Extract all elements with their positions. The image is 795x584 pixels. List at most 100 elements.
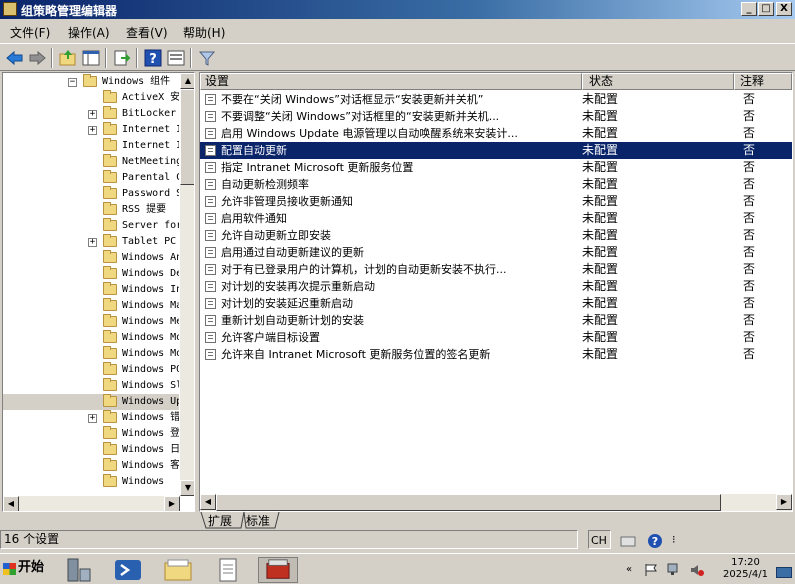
filter-icon[interactable] xyxy=(197,48,217,68)
ime-options-icon[interactable]: ⁝ xyxy=(672,533,676,546)
menu-view[interactable]: 查看(V) xyxy=(126,24,168,41)
collapse-icon[interactable]: − xyxy=(68,78,77,87)
settings-row[interactable]: 对计划的安装延迟重新启动 未配置 否 xyxy=(200,295,792,312)
keyboard-icon[interactable] xyxy=(620,533,636,549)
scroll-right-arrow-icon[interactable]: ▶ xyxy=(164,496,180,511)
tree-item[interactable]: Parental C xyxy=(3,170,179,186)
settings-row[interactable]: 自动更新检测频率 未配置 否 xyxy=(200,176,792,193)
tree-item[interactable]: Windows In xyxy=(3,282,179,298)
tree-item[interactable]: Windows An xyxy=(3,250,179,266)
tree-item[interactable]: Windows Me xyxy=(3,314,179,330)
settings-row[interactable]: 允许自动更新立即安装 未配置 否 xyxy=(200,227,792,244)
settings-row[interactable]: 允许来自 Intranet Microsoft 更新服务位置的签名更新 未配置 否 xyxy=(200,346,792,363)
tree-item[interactable]: Server for xyxy=(3,218,179,234)
maximize-button[interactable]: □ xyxy=(758,2,774,16)
scroll-thumb[interactable] xyxy=(180,89,194,185)
server-manager-icon[interactable] xyxy=(62,557,94,583)
group-policy-editor-taskbar-icon[interactable] xyxy=(258,557,298,583)
tree-item[interactable]: Windows De xyxy=(3,266,179,282)
tree-item[interactable]: + Tablet PC xyxy=(3,234,179,250)
scroll-thumb[interactable] xyxy=(216,494,721,511)
tree-item[interactable]: Windows 客 xyxy=(3,458,179,474)
scroll-left-arrow-icon[interactable]: ◀ xyxy=(200,494,216,510)
tree-item[interactable]: Internet I xyxy=(3,138,179,154)
expand-icon[interactable]: + xyxy=(88,126,97,135)
back-arrow-icon[interactable] xyxy=(5,48,25,68)
flag-icon[interactable] xyxy=(644,563,658,577)
tree-item-label: Windows Ma xyxy=(122,300,179,311)
taskbar-clock[interactable]: 17:20 2025/4/1 xyxy=(718,557,773,581)
settings-row[interactable]: 启用软件通知 未配置 否 xyxy=(200,210,792,227)
settings-row[interactable]: 允许非管理员接收更新通知 未配置 否 xyxy=(200,193,792,210)
tree-item[interactable]: Windows Ma xyxy=(3,298,179,314)
settings-row[interactable]: 启用 Windows Update 电源管理以自动唤醒系统来安装计... 未配置 否 xyxy=(200,125,792,142)
scroll-left-arrow-icon[interactable]: ◀ xyxy=(3,496,19,511)
tree-item[interactable]: RSS 提要 xyxy=(3,202,179,218)
setting-status: 未配置 xyxy=(582,262,619,276)
tab-standard[interactable]: 标准 xyxy=(246,512,270,529)
tree-item-label: Windows 组件 xyxy=(102,76,171,87)
forward-arrow-icon[interactable] xyxy=(27,48,47,68)
tree-item[interactable]: + Windows 错 xyxy=(3,410,179,426)
tree-item[interactable]: Windows 日 xyxy=(3,442,179,458)
tree-item[interactable]: ActiveX 安 xyxy=(3,90,179,106)
tree-item[interactable]: Windows Up xyxy=(3,394,179,410)
scroll-right-arrow-icon[interactable]: ▶ xyxy=(776,494,792,510)
help-icon[interactable]: ? xyxy=(143,48,163,68)
tree-item[interactable]: Windows xyxy=(3,474,179,490)
settings-row[interactable]: 配置自动更新 未配置 否 xyxy=(200,142,792,159)
list-horizontal-scrollbar[interactable]: ◀ ▶ xyxy=(200,494,792,511)
tree-item[interactable]: Windows Sl xyxy=(3,378,179,394)
minimize-button[interactable]: _ xyxy=(741,2,757,16)
tree-item[interactable]: NetMeeting xyxy=(3,154,179,170)
column-header-status[interactable]: 状态 xyxy=(582,73,734,90)
powershell-icon[interactable] xyxy=(112,557,144,583)
scroll-down-arrow-icon[interactable]: ▼ xyxy=(180,480,194,496)
notepad-icon[interactable] xyxy=(212,557,244,583)
show-desktop-icon[interactable] xyxy=(776,567,792,578)
tab-extended[interactable]: 扩展 xyxy=(208,512,232,529)
column-header-note[interactable]: 注释 xyxy=(734,73,792,90)
volume-muted-icon[interactable] xyxy=(690,563,704,577)
network-icon[interactable] xyxy=(667,563,681,577)
settings-list-pane[interactable]: 设置 状态 注释 不要在“关闭 Windows”对话框显示“安装更新并关机” 未配… xyxy=(199,72,793,512)
settings-row[interactable]: 允许客户端目标设置 未配置 否 xyxy=(200,329,792,346)
menu-action[interactable]: 操作(A) xyxy=(68,24,110,41)
expand-icon[interactable]: + xyxy=(88,110,97,119)
menu-help[interactable]: 帮助(H) xyxy=(183,24,225,41)
settings-row[interactable]: 不要在“关闭 Windows”对话框显示“安装更新并关机” 未配置 否 xyxy=(200,91,792,108)
tree-vertical-scrollbar[interactable]: ▲ ▼ xyxy=(180,73,194,496)
tree-item[interactable]: Password S xyxy=(3,186,179,202)
tree-pane[interactable]: − Windows 组件 ActiveX 安 + BitLocker + Interne… xyxy=(2,72,195,512)
tree-item[interactable]: Windows Mo xyxy=(3,346,179,362)
tree-item[interactable]: Windows 登 xyxy=(3,426,179,442)
toolbar-separator xyxy=(190,48,192,68)
up-folder-icon[interactable] xyxy=(58,48,78,68)
start-button[interactable]: 开始 xyxy=(0,556,55,582)
tree-item[interactable]: Windows Mo xyxy=(3,330,179,346)
close-button[interactable]: X xyxy=(776,2,792,16)
settings-row[interactable]: 对计划的安装再次提示重新启动 未配置 否 xyxy=(200,278,792,295)
settings-row[interactable]: 启用通过自动更新建议的更新 未配置 否 xyxy=(200,244,792,261)
tree-item[interactable]: + Internet I xyxy=(3,122,179,138)
explorer-folder-icon[interactable] xyxy=(162,557,194,583)
properties-icon[interactable] xyxy=(166,48,186,68)
tree-item[interactable]: Windows PO xyxy=(3,362,179,378)
ime-indicator[interactable]: CH xyxy=(588,532,607,549)
tree-horizontal-scrollbar[interactable]: ◀ ▶ xyxy=(3,496,180,511)
show-hide-tree-icon[interactable] xyxy=(81,48,101,68)
column-header-setting[interactable]: 设置 xyxy=(200,73,582,90)
settings-row[interactable]: 对于有已登录用户的计算机，计划的自动更新安装不执行... 未配置 否 xyxy=(200,261,792,278)
settings-row[interactable]: 指定 Intranet Microsoft 更新服务位置 未配置 否 xyxy=(200,159,792,176)
scroll-up-arrow-icon[interactable]: ▲ xyxy=(180,73,194,89)
settings-row[interactable]: 不要调整“关闭 Windows”对话框里的“安装更新并关机... 未配置 否 xyxy=(200,108,792,125)
expand-icon[interactable]: + xyxy=(88,238,97,247)
settings-row[interactable]: 重新计划自动更新计划的安装 未配置 否 xyxy=(200,312,792,329)
tree-item[interactable]: + BitLocker xyxy=(3,106,179,122)
menu-file[interactable]: 文件(F) xyxy=(10,24,50,41)
tray-expand-icon[interactable]: « xyxy=(626,564,632,575)
expand-icon[interactable]: + xyxy=(88,414,97,423)
ime-help-icon[interactable]: ? xyxy=(647,533,663,549)
export-list-icon[interactable] xyxy=(112,48,132,68)
tree-item-windows-components[interactable]: − Windows 组件 xyxy=(3,74,179,90)
